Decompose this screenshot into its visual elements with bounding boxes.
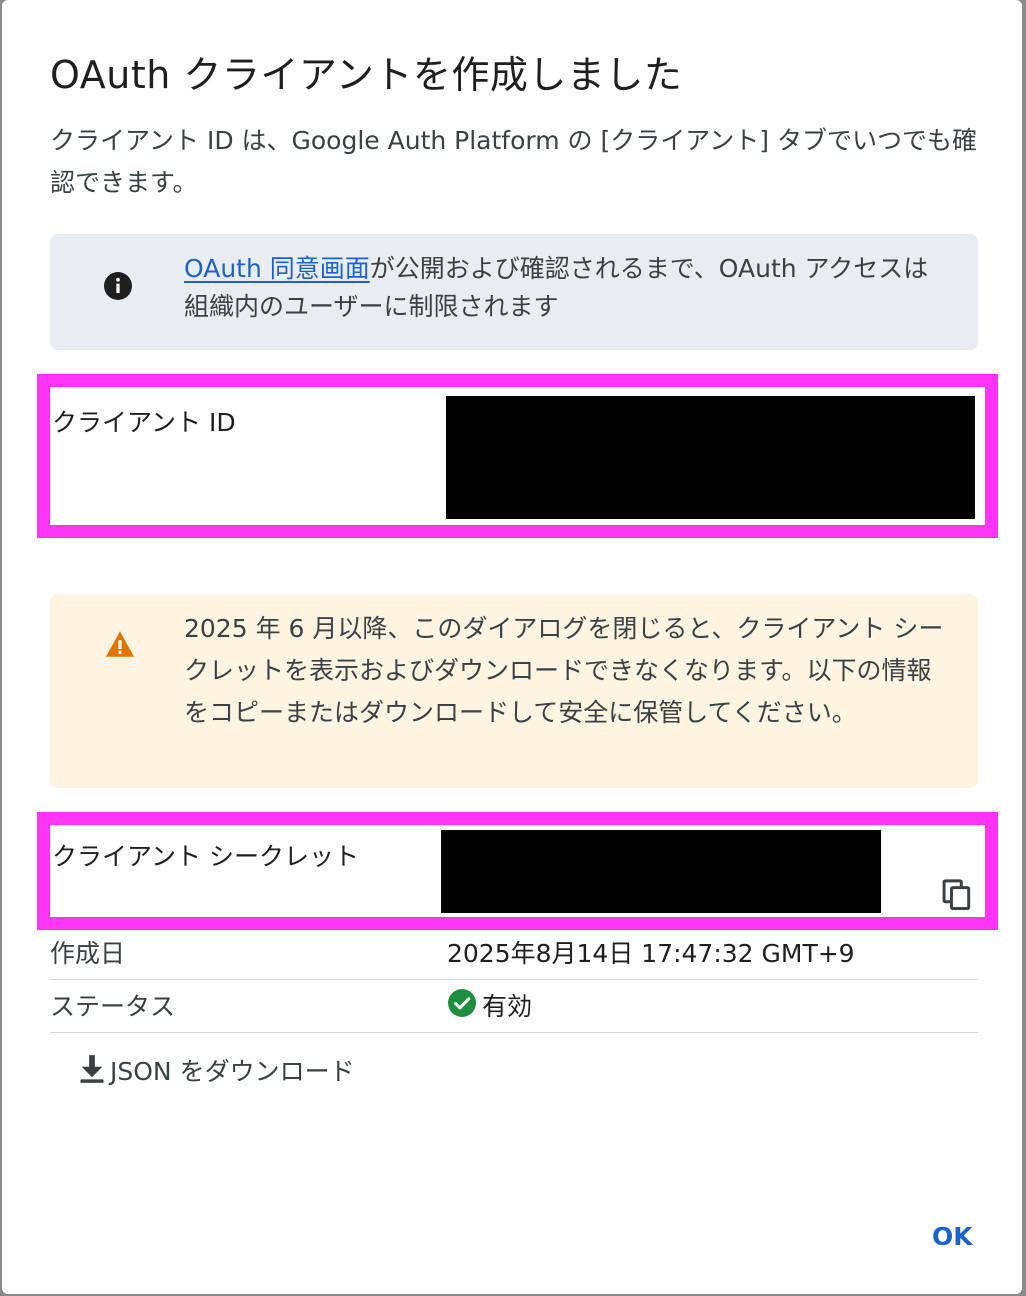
status-label: ステータス bbox=[50, 992, 176, 1021]
client-secret-label: クライアント シークレット bbox=[52, 842, 359, 871]
info-icon bbox=[104, 272, 132, 300]
client-id-field: クライアント ID bbox=[37, 374, 998, 538]
warning-banner-text: 2025 年 6 月以降、このダイアログを閉じると、クライアント シークレットを… bbox=[184, 614, 944, 727]
oauth-consent-screen-link[interactable]: OAuth 同意画面 bbox=[184, 254, 370, 283]
dialog-title: OAuth クライアントを作成しました bbox=[50, 53, 683, 97]
download-json-label: JSON をダウンロード bbox=[110, 1057, 355, 1086]
info-banner-text: OAuth 同意画面が公開および確認されるまで、OAuth アクセスは組織内のユ… bbox=[184, 250, 944, 326]
warning-banner: 2025 年 6 月以降、このダイアログを閉じると、クライアント シークレットを… bbox=[50, 594, 978, 788]
status-row: ステータス 有効 bbox=[50, 981, 978, 1033]
info-banner: OAuth 同意画面が公開および確認されるまで、OAuth アクセスは組織内のユ… bbox=[50, 234, 978, 350]
copy-icon[interactable] bbox=[942, 879, 972, 911]
download-icon bbox=[80, 1055, 104, 1083]
oauth-client-created-dialog: OAuth クライアントを作成しました クライアント ID は、Google A… bbox=[2, 0, 1022, 1294]
warning-icon bbox=[106, 631, 134, 657]
client-id-value-redacted bbox=[446, 396, 975, 519]
client-secret-field: クライアント シークレット bbox=[37, 812, 998, 930]
created-date-value: 2025年8月14日 17:47:32 GMT+9 bbox=[447, 939, 855, 968]
client-id-label: クライアント ID bbox=[52, 408, 236, 437]
ok-button[interactable]: OK bbox=[932, 1222, 973, 1251]
status-value: 有効 bbox=[482, 992, 533, 1021]
dialog-subtitle: クライアント ID は、Google Auth Platform の [クライア… bbox=[50, 126, 977, 197]
client-secret-value-redacted bbox=[441, 830, 881, 913]
created-date-label: 作成日 bbox=[50, 939, 126, 968]
check-circle-icon bbox=[448, 989, 476, 1017]
created-date-row: 作成日 2025年8月14日 17:47:32 GMT+9 bbox=[50, 928, 978, 980]
